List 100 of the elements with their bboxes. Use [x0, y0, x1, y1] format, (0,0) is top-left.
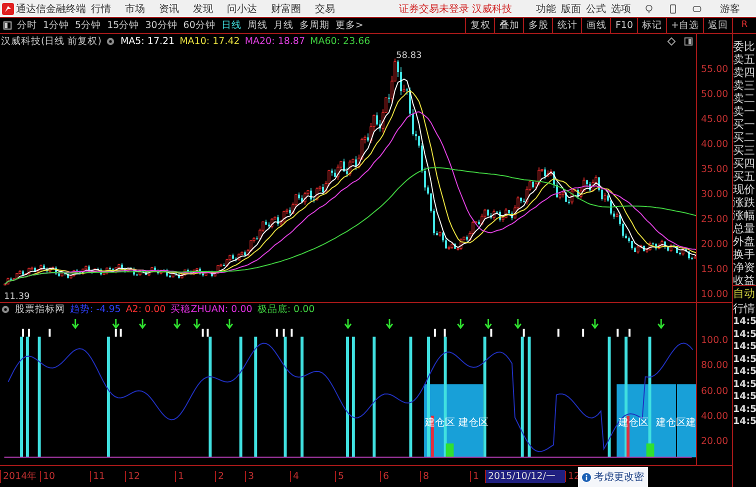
toast-text: 考虑更改密	[594, 470, 644, 484]
price-axis-label: 25.00	[700, 213, 730, 227]
quote-field-label: 买一	[733, 118, 756, 131]
trade-time: 14:5	[733, 391, 756, 404]
quote-field-label: 涨幅	[733, 209, 756, 222]
phone-icon[interactable]	[668, 4, 678, 14]
period-tab[interactable]: 多周期	[299, 19, 330, 32]
menu-item[interactable]: 公式	[586, 2, 606, 16]
menu-item[interactable]: 版面	[561, 2, 582, 16]
indicator-axis-label: 60.00	[700, 384, 730, 399]
ma-value: MA10: 17.42	[180, 36, 240, 46]
login-notice[interactable]: 证券交易未登录 汉威科技	[399, 2, 512, 16]
date-axis-label: 2015/10/12/一	[485, 470, 565, 483]
quote-field-label: 卖一	[733, 105, 756, 118]
trade-time: 14:5	[733, 378, 756, 391]
price-axis-label: 40.00	[700, 138, 730, 152]
period-tab[interactable]: 1分钟	[43, 19, 70, 32]
price-axis-label: 50.00	[700, 88, 730, 102]
chart-tool-button[interactable]: 复权	[465, 18, 494, 33]
ma-value: MA5: 17.21	[120, 36, 175, 46]
panel-toggle-icon[interactable]	[3, 21, 12, 30]
chart-tool-button[interactable]: 统计	[552, 18, 582, 33]
indicator-title: 股票指标网	[15, 303, 65, 316]
panel-header: R	[733, 17, 756, 34]
date-axis-label: 11	[90, 471, 125, 482]
indicator-axis-label: 40.00	[700, 410, 730, 424]
chart-tool-button[interactable]: 画线	[581, 18, 610, 33]
chart-tool-button[interactable]: 多股	[523, 18, 552, 33]
price-axis-label: 55.00	[700, 63, 730, 77]
trade-time: 14:5	[733, 354, 756, 366]
indicator-value: 极品底: 0.00	[257, 303, 315, 316]
quote-field-label: 涨跌	[733, 196, 756, 209]
period-tab[interactable]: 15分钟	[107, 19, 140, 32]
date-axis-label: 4	[290, 471, 335, 482]
ma-value: MA20: 18.87	[244, 36, 306, 46]
menu-item[interactable]: 发现	[193, 2, 213, 16]
date-axis-label: 10	[40, 471, 90, 482]
menu-item[interactable]: 资讯	[159, 2, 179, 16]
trade-time: 14:5	[733, 316, 756, 328]
quote-field-label: 卖四	[733, 66, 756, 79]
period-tab[interactable]: 60分钟	[183, 19, 216, 32]
menu-item[interactable]: 交易	[315, 2, 335, 16]
price-axis-label: 35.00	[700, 163, 730, 177]
menu-item[interactable]: 选项	[611, 2, 632, 16]
price-axis-label: 10.00	[700, 288, 730, 302]
quote-field-label: 卖三	[733, 79, 756, 92]
zone-label: 建	[686, 417, 696, 428]
date-axis-label: 3	[245, 471, 290, 482]
period-tab[interactable]: 日线	[221, 19, 242, 32]
panel-tab[interactable]: 行情	[733, 301, 756, 316]
chart-tool-button[interactable]: 标记	[637, 18, 666, 33]
trade-time: 14:5	[733, 366, 756, 378]
quote-field-label: 买四	[733, 157, 756, 170]
period-tab[interactable]: 更多>	[335, 19, 364, 32]
menu-item[interactable]: 问小达	[227, 2, 257, 16]
period-tab[interactable]: 月线	[273, 19, 294, 32]
quote-field-label: 委比	[733, 40, 756, 53]
menu-item[interactable]: 财富圈	[271, 2, 301, 16]
app-logo-icon	[2, 2, 14, 14]
price-axis-label: 45.00	[700, 113, 730, 127]
quote-field-label: 外盘	[733, 235, 756, 248]
quote-field-label: 现价	[733, 183, 756, 196]
quote-field-label: 买五	[733, 170, 756, 183]
period-tab[interactable]: 分时	[17, 19, 37, 32]
period-tab[interactable]: 30分钟	[145, 19, 178, 32]
chart-tool-button[interactable]: +自选	[666, 18, 703, 33]
diamond-icon[interactable]	[667, 36, 676, 46]
price-axis-label: 30.00	[700, 188, 730, 202]
panel-tab[interactable]: 自动	[733, 286, 756, 301]
quote-field-label: 买三	[733, 144, 756, 157]
quote-field-label: 净资	[733, 261, 756, 274]
chart-tool-button[interactable]: 返回	[703, 18, 732, 33]
menu-item[interactable]: 市场	[125, 2, 145, 16]
panel-toggle-icon[interactable]	[684, 36, 693, 46]
date-axis-label: 2014年	[0, 470, 40, 483]
indicator-value: 买稳ZHUAN: 0.00	[170, 303, 252, 316]
menu-item[interactable]: 行情	[91, 2, 111, 16]
notification-toast[interactable]: 考虑更改密	[578, 467, 648, 487]
indicator-axis-label: 100.0	[700, 334, 730, 348]
quote-field-label: 卖五	[733, 53, 756, 66]
menu-item[interactable]: 功能	[536, 2, 556, 16]
trade-time: 14:5	[733, 341, 756, 354]
stock-title: 汉威科技(日线 前复权)	[1, 34, 102, 48]
period-tab[interactable]: 周线	[247, 19, 268, 32]
date-axis-label: 5	[335, 471, 380, 482]
date-axis-label: 2	[215, 471, 245, 482]
date-axis-label: 12	[125, 471, 175, 482]
period-tab[interactable]: 5分钟	[75, 19, 102, 32]
price-axis-label: 20.00	[700, 238, 730, 252]
date-axis-label: 6	[380, 471, 420, 482]
chart-tool-button[interactable]: 叠加	[494, 18, 524, 33]
trade-time: 14:5	[733, 404, 756, 416]
high-price-label: 58.83	[396, 51, 422, 61]
date-axis-label: 1	[175, 471, 215, 482]
chart-tool-button[interactable]: F10	[610, 18, 638, 33]
quote-field-label: 总量	[733, 222, 756, 235]
quote-field-label: 换手	[733, 248, 756, 261]
user-name[interactable]: 游客	[720, 2, 740, 16]
date-axis-label: 8	[420, 471, 470, 482]
trade-time: 14:5	[733, 328, 756, 341]
